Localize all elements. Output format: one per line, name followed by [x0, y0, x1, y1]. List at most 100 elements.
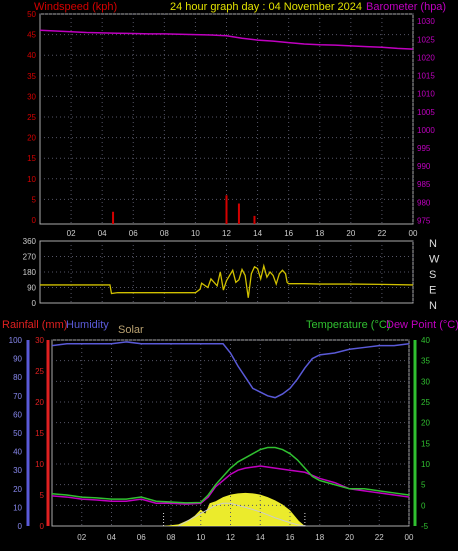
- humidity-tick-label: 20: [13, 485, 22, 494]
- x-tick-label: 00: [405, 533, 414, 542]
- humidity-tick-label: 50: [13, 429, 22, 438]
- x-tick-label: 16: [286, 533, 295, 542]
- humidity-tick-label: 80: [13, 373, 22, 382]
- humidity-tick-label: 40: [13, 448, 22, 457]
- humidity-tick-labels: 0 10 20 30 40 50 60 70 80 90 100: [9, 336, 30, 531]
- windspeed-tick-label: 15: [27, 154, 36, 163]
- x-tick-label: 06: [137, 533, 146, 542]
- x-tick-label: 02: [67, 229, 76, 238]
- wind-direction-grid: [40, 241, 414, 303]
- wind-direction-degree-label: 270: [23, 253, 37, 262]
- rainfall-tick-labels: 0 5 10 15 20 25 30: [35, 336, 50, 531]
- rainfall-tick-label: 0: [40, 522, 45, 531]
- barometer-tick-label: 1030: [417, 17, 435, 26]
- x-tick-label: 20: [346, 229, 355, 238]
- humidity-line: [51, 341, 410, 399]
- solar-title: Solar: [118, 324, 144, 336]
- wind-direction-panel: 090180270360 NWSEN: [23, 237, 440, 312]
- barometer-tick-label: 1000: [417, 126, 435, 135]
- rainfall-tick-label: 5: [40, 491, 45, 500]
- compass-label: N: [429, 238, 437, 250]
- x-tick-label: 12: [222, 229, 231, 238]
- temperature-tick-label: 20: [421, 419, 430, 428]
- x-tick-label: 00: [409, 229, 418, 238]
- windspeed-tick-label: 45: [27, 31, 36, 40]
- windspeed-tick-label: 20: [27, 134, 36, 143]
- dewpoint-axis-title: Dew Point (°C): [386, 319, 458, 331]
- x-tick-label: 10: [196, 533, 205, 542]
- barometer-axis-title: Barometer (hpa): [366, 1, 446, 13]
- windspeed-tick-label: 5: [32, 195, 37, 204]
- compass-label: W: [429, 254, 440, 266]
- temperature-tick-label: 10: [421, 460, 430, 469]
- temperature-tick-labels: -5 0 5 10 15 20 25 30 35 40: [413, 336, 430, 531]
- x-tick-label: 04: [107, 533, 116, 542]
- temperature-tick-label: -5: [421, 522, 429, 531]
- wind-direction-degree-labels: 0 90 180 270 360: [23, 237, 37, 308]
- wind-direction-degree-label: 360: [23, 237, 37, 246]
- rainfall-tick-label: 10: [35, 460, 44, 469]
- x-tick-label: 14: [253, 229, 262, 238]
- barometer-tick-labels: 975 980 985 990 995 1000 1005 1010 1015 1020 1025 1…: [417, 17, 435, 225]
- rain-humidity-temperature-series: [51, 341, 410, 505]
- x-tick-label: 14: [256, 533, 265, 542]
- x-tick-label: 20: [345, 533, 354, 542]
- windspeed-tick-label: 35: [27, 72, 36, 81]
- x-tick-label: 08: [167, 533, 176, 542]
- windspeed-tick-label: 25: [27, 113, 36, 122]
- rainfall-tick-label: 25: [35, 367, 44, 376]
- temperature-tick-label: 40: [421, 336, 430, 345]
- windspeed-tick-label: 40: [27, 51, 36, 60]
- x-tick-label: 04: [98, 229, 107, 238]
- rainfall-tick-label: 15: [35, 429, 44, 438]
- windspeed-axis-title: Windspeed (kph): [34, 1, 117, 13]
- humidity-tick-label: 0: [18, 522, 23, 531]
- windspeed-tick-label: 50: [27, 10, 36, 19]
- windspeed-tick-labels: 0 5 10 15 20 25 30 35 40 45 50: [27, 10, 36, 225]
- barometer-tick-label: 1025: [417, 35, 435, 44]
- temperature-axis-title: Temperature (°C): [306, 319, 390, 331]
- x-tick-label: 18: [315, 229, 324, 238]
- rain-humidity-temperature-panel: Rainfall (mm) Humidity Solar Temperature…: [2, 319, 458, 542]
- barometer-tick-label: 1015: [417, 72, 435, 81]
- humidity-tick-label: 100: [9, 336, 23, 345]
- x-tick-label: 22: [375, 533, 384, 542]
- barometer-tick-label: 985: [417, 180, 431, 189]
- graph-title: 24 hour graph day : 04 November 2024: [170, 1, 362, 13]
- barometer-tick-label: 995: [417, 144, 431, 153]
- rainfall-tick-label: 30: [35, 336, 44, 345]
- temperature-tick-label: 15: [421, 439, 430, 448]
- humidity-tick-label: 10: [13, 503, 22, 512]
- wind-direction-compass-labels: NWSEN: [429, 238, 440, 312]
- humidity-tick-label: 90: [13, 355, 22, 364]
- x-tick-label: 16: [284, 229, 293, 238]
- temperature-tick-label: 5: [421, 481, 426, 490]
- compass-label: S: [429, 269, 436, 281]
- rainfall-tick-label: 20: [35, 398, 44, 407]
- x-tick-label: 02: [77, 533, 86, 542]
- x-tick-label: 18: [315, 533, 324, 542]
- windspeed-tick-label: 10: [27, 175, 36, 184]
- temperature-tick-label: 0: [421, 501, 426, 510]
- humidity-tick-label: 70: [13, 392, 22, 401]
- x-tick-label: 06: [129, 229, 138, 238]
- barometer-tick-label: 1010: [417, 90, 435, 99]
- barometer-tick-label: 980: [417, 198, 431, 207]
- wind-direction-degree-label: 180: [23, 268, 37, 277]
- rain-humidity-temperature-x-tick-labels: 02 04 06 08 10 12 14 16 18 20 22 00: [77, 533, 414, 542]
- temperature-tick-label: 35: [421, 357, 430, 366]
- compass-label: E: [429, 285, 436, 297]
- wind-direction-degree-label: 90: [27, 284, 36, 293]
- temperature-tick-label: 25: [421, 398, 430, 407]
- windspeed-tick-label: 30: [27, 92, 36, 101]
- wind-direction-degree-label: 0: [32, 299, 37, 308]
- temperature-tick-label: 30: [421, 377, 430, 386]
- humidity-tick-label: 30: [13, 466, 22, 475]
- humidity-tick-label: 60: [13, 410, 22, 419]
- rainfall-axis-title: Rainfall (mm): [2, 319, 67, 331]
- wind-barometer-panel: 05101520253035404550 9759809859909951000…: [27, 10, 435, 238]
- barometer-tick-label: 975: [417, 216, 431, 225]
- wind-barometer-x-tick-labels: 02 04 06 08 10 12 14 16 18 20 22 00: [67, 229, 418, 238]
- barometer-tick-label: 1005: [417, 108, 435, 117]
- x-tick-label: 22: [377, 229, 386, 238]
